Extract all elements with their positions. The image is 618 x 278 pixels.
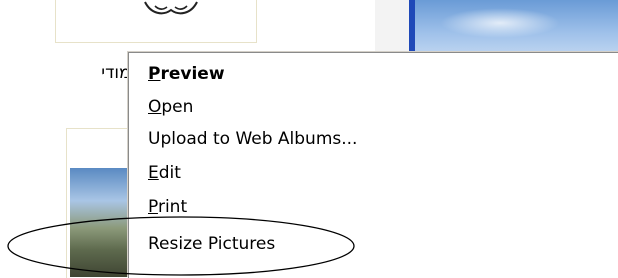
desktop-cloud	[440, 8, 560, 38]
caption-line-2: ה	[0, 84, 144, 105]
menu-item-label: dit	[158, 163, 181, 183]
menu-item-edit[interactable]: Edit	[148, 159, 181, 187]
menu-item-label: review	[160, 64, 225, 84]
thumbnail-photo	[70, 168, 132, 277]
menu-item-upload-web-albums[interactable]: Upload to Web Albums...	[148, 125, 357, 153]
thumbnail-sketch-icon	[144, 1, 198, 15]
menu-mnemonic: P	[148, 64, 161, 84]
thumbnail-top[interactable]	[55, 0, 257, 43]
caption-line-1: לימודי	[101, 63, 144, 83]
pane-divider	[375, 0, 410, 60]
menu-item-print[interactable]: Print	[148, 193, 187, 221]
menu-mnemonic: E	[148, 163, 159, 183]
menu-item-preview[interactable]: Preview	[148, 60, 225, 88]
menu-mnemonic: O	[148, 97, 162, 117]
menu-item-label: Upload to Web Albums...	[148, 129, 358, 149]
menu-item-open[interactable]: Open	[148, 93, 193, 121]
menu-item-label: Resize Pictures	[148, 234, 276, 254]
menu-item-label: pen	[161, 97, 194, 117]
menu-item-label: rint	[157, 197, 188, 217]
context-menu: Preview Open Upload to Web Albums... Edi…	[128, 52, 618, 278]
menu-mnemonic: P	[148, 197, 158, 217]
thumbnail-caption: לימודי ה	[0, 63, 144, 105]
menu-item-resize-pictures[interactable]: Resize Pictures	[148, 230, 275, 258]
